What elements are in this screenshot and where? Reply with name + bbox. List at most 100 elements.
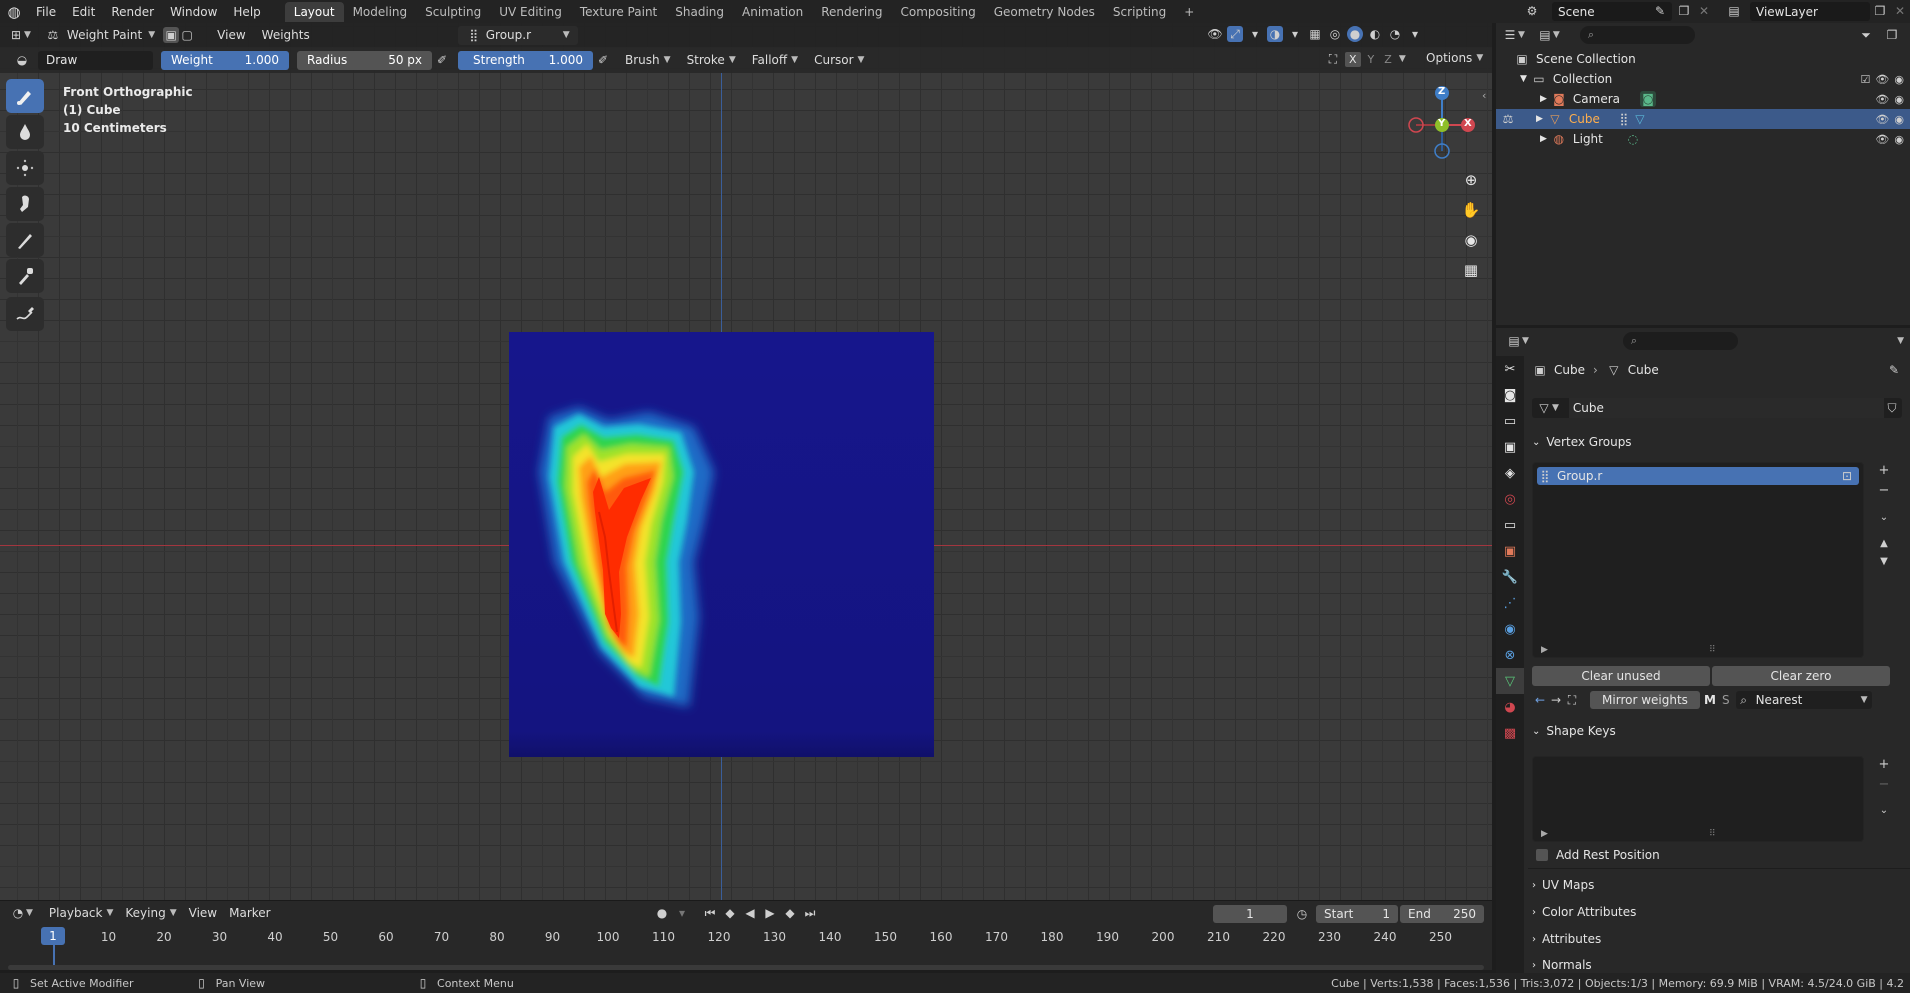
mask-face-icon[interactable]: ▣ <box>163 27 180 43</box>
nearest-dropdown[interactable]: ⌕ Nearest ▼ <box>1735 691 1872 709</box>
expand-arrow-icon[interactable]: ▶ <box>1536 114 1543 124</box>
move-up-button[interactable]: ▲ <box>1875 535 1893 553</box>
add-vertex-group-button[interactable]: + <box>1875 462 1893 480</box>
keying-menu[interactable]: Keying ▼ <box>119 906 182 920</box>
lock-icon[interactable]: ⊡ <box>1839 468 1855 484</box>
timeline-editor[interactable]: ◔ ▼ Playback ▼ Keying ▼ View Marker ● ▾ … <box>0 900 1492 970</box>
expand-arrow-icon[interactable]: ▶ <box>1540 94 1547 104</box>
outliner-item-light[interactable]: ▶ ◍ Light ◌ 👁 ◉ <box>1496 129 1910 149</box>
editor-type-icon[interactable]: ⊞ <box>8 27 24 43</box>
tab-texture[interactable]: ▩ <box>1496 720 1524 746</box>
playback-menu[interactable]: Playback ▼ <box>43 906 119 920</box>
brush-icon[interactable]: ◒ <box>14 52 30 68</box>
visibility-icon[interactable]: 👁 <box>1207 26 1223 42</box>
navigation-gizmo[interactable]: Z Y X <box>1400 85 1475 175</box>
stroke-menu[interactable]: Stroke ▼ <box>679 53 744 67</box>
chevron-down-icon[interactable]: ▼ <box>1399 54 1406 64</box>
view-layer-icon[interactable]: ▤ <box>1726 3 1742 19</box>
solid-shading-icon[interactable]: ● <box>1347 26 1363 42</box>
symmetry-x[interactable]: X <box>1345 51 1361 67</box>
attributes-panel-header[interactable]: › Attributes <box>1528 928 1902 950</box>
ortho-toggle-button[interactable]: ▦ <box>1458 257 1484 283</box>
color-attributes-panel-header[interactable]: › Color Attributes <box>1528 901 1902 923</box>
marker-menu[interactable]: Marker <box>223 906 276 920</box>
mask-vertex-icon[interactable]: ▢ <box>179 27 195 43</box>
mesh-datablock-field[interactable]: ▽ ▼ Cube ⛉ <box>1532 398 1902 418</box>
tab-mesh-data[interactable]: ▽ <box>1496 668 1524 694</box>
eye-icon[interactable]: 👁 <box>1875 73 1889 86</box>
tab-uv-editing[interactable]: UV Editing <box>490 2 571 22</box>
clear-unused-button[interactable]: Clear unused <box>1532 666 1710 686</box>
scene-type-icon[interactable]: ⚙ <box>1524 3 1540 19</box>
radius-pressure-icon[interactable]: ✐ <box>434 52 450 68</box>
vertex-group-specials-button[interactable]: ⌄ <box>1875 509 1893 527</box>
camera-render-icon[interactable]: ◉ <box>1894 133 1904 146</box>
blur-tool-button[interactable] <box>6 115 44 149</box>
shape-keys-panel-header[interactable]: ⌄ Shape Keys <box>1528 720 1902 742</box>
radius-field[interactable]: Radius 50 px <box>297 50 432 70</box>
remove-shape-key-button[interactable]: − <box>1875 776 1893 794</box>
menu-help[interactable]: Help <box>225 5 268 19</box>
camera-render-icon[interactable]: ◉ <box>1894 93 1904 106</box>
gradient-tool-button[interactable] <box>6 223 44 257</box>
menu-file[interactable]: File <box>28 5 64 19</box>
play-reverse-icon[interactable]: ◀ <box>742 905 758 921</box>
add-rest-position-checkbox[interactable] <box>1536 849 1548 861</box>
tab-rendering[interactable]: Rendering <box>812 2 891 22</box>
light-data-icon[interactable]: ◌ <box>1625 131 1641 147</box>
wireframe-shading-icon[interactable]: ◎ <box>1327 26 1343 42</box>
list-resize-handle-icon[interactable]: ⠿ <box>1709 829 1716 839</box>
zoom-button[interactable]: ⊕ <box>1458 167 1484 193</box>
pin-icon[interactable]: ✎ <box>1886 362 1902 378</box>
eye-icon[interactable]: 👁 <box>1875 93 1889 106</box>
tab-output[interactable]: ▭ <box>1496 408 1524 434</box>
move-down-button[interactable]: ▼ <box>1875 553 1893 571</box>
remove-vertex-group-button[interactable]: − <box>1875 482 1893 500</box>
xray-icon[interactable]: ▦ <box>1307 26 1323 42</box>
weight-painted-mesh[interactable] <box>509 332 934 757</box>
mirror-icon[interactable]: ⛶ <box>1564 692 1580 708</box>
shading-menu-icon[interactable]: ▾ <box>1407 26 1423 42</box>
tab-shading[interactable]: Shading <box>666 2 733 22</box>
expand-arrow-icon[interactable]: ▶ <box>1540 134 1547 144</box>
checkbox-icon[interactable]: ☑ <box>1861 73 1871 86</box>
play-icon[interactable]: ▶ <box>762 905 778 921</box>
tab-layout[interactable]: Layout <box>284 1 344 22</box>
tab-material[interactable]: ◕ <box>1496 694 1524 720</box>
mirror-weights-button[interactable]: Mirror weights <box>1590 691 1700 709</box>
symmetry-z[interactable]: Z <box>1381 52 1395 67</box>
average-tool-button[interactable] <box>6 151 44 185</box>
outliner-item-cube[interactable]: ⚖ ▶ ▽ Cube ⣿ ▽ 👁 ◉ <box>1496 109 1910 129</box>
add-rest-position-row[interactable]: Add Rest Position <box>1536 848 1660 862</box>
tool-name-field[interactable]: Draw <box>38 50 153 70</box>
next-keyframe-icon[interactable]: ◆ <box>782 905 798 921</box>
arrow-left-icon[interactable]: ← <box>1532 692 1548 708</box>
rendered-shading-icon[interactable]: ◔ <box>1387 26 1403 42</box>
timeline-view-menu[interactable]: View <box>183 906 223 920</box>
outliner-item-camera[interactable]: ▶ ◙ Camera ◙ 👁 ◉ <box>1496 89 1910 109</box>
overlay-toggle-icon[interactable]: ◑ <box>1267 26 1283 42</box>
weight-paint-mode-icon[interactable]: ⚖ <box>1500 111 1516 127</box>
list-expand-icon[interactable]: ▶ <box>1541 829 1548 839</box>
camera-data-icon[interactable]: ◙ <box>1640 91 1657 107</box>
vertex-group-list-item[interactable]: ⣿ Group.r ⊡ <box>1537 467 1859 485</box>
mesh-data-icon[interactable]: ▽ <box>1632 111 1648 127</box>
camera-render-icon[interactable]: ◉ <box>1894 73 1904 86</box>
weights-menu[interactable]: Weights <box>254 28 318 42</box>
brush-menu[interactable]: Brush ▼ <box>617 53 679 67</box>
tab-scene[interactable]: ◈ <box>1496 460 1524 486</box>
playhead[interactable]: 1 <box>41 927 65 945</box>
mode-selector[interactable]: ⚖ Weight Paint ▼ <box>37 27 163 43</box>
blender-logo-icon[interactable]: ◍ <box>0 3 28 21</box>
tab-view-layer[interactable]: ▣ <box>1496 434 1524 460</box>
vertex-group-list[interactable]: ⣿ Group.r ⊡ ▶ ⠿ <box>1532 462 1864 658</box>
falloff-menu[interactable]: Falloff ▼ <box>744 53 806 67</box>
preview-range-icon[interactable]: ◷ <box>1294 906 1310 922</box>
shape-key-list[interactable]: ▶ ⠿ <box>1532 756 1864 842</box>
tab-modeling[interactable]: Modeling <box>344 2 417 22</box>
arrow-right-icon[interactable]: → <box>1548 692 1564 708</box>
weight-field[interactable]: Weight 1.000 <box>161 50 289 70</box>
eye-icon[interactable]: 👁 <box>1875 113 1889 126</box>
properties-editor-icon[interactable]: ▤ <box>1506 333 1522 349</box>
tab-world[interactable]: ◎ <box>1496 486 1524 512</box>
